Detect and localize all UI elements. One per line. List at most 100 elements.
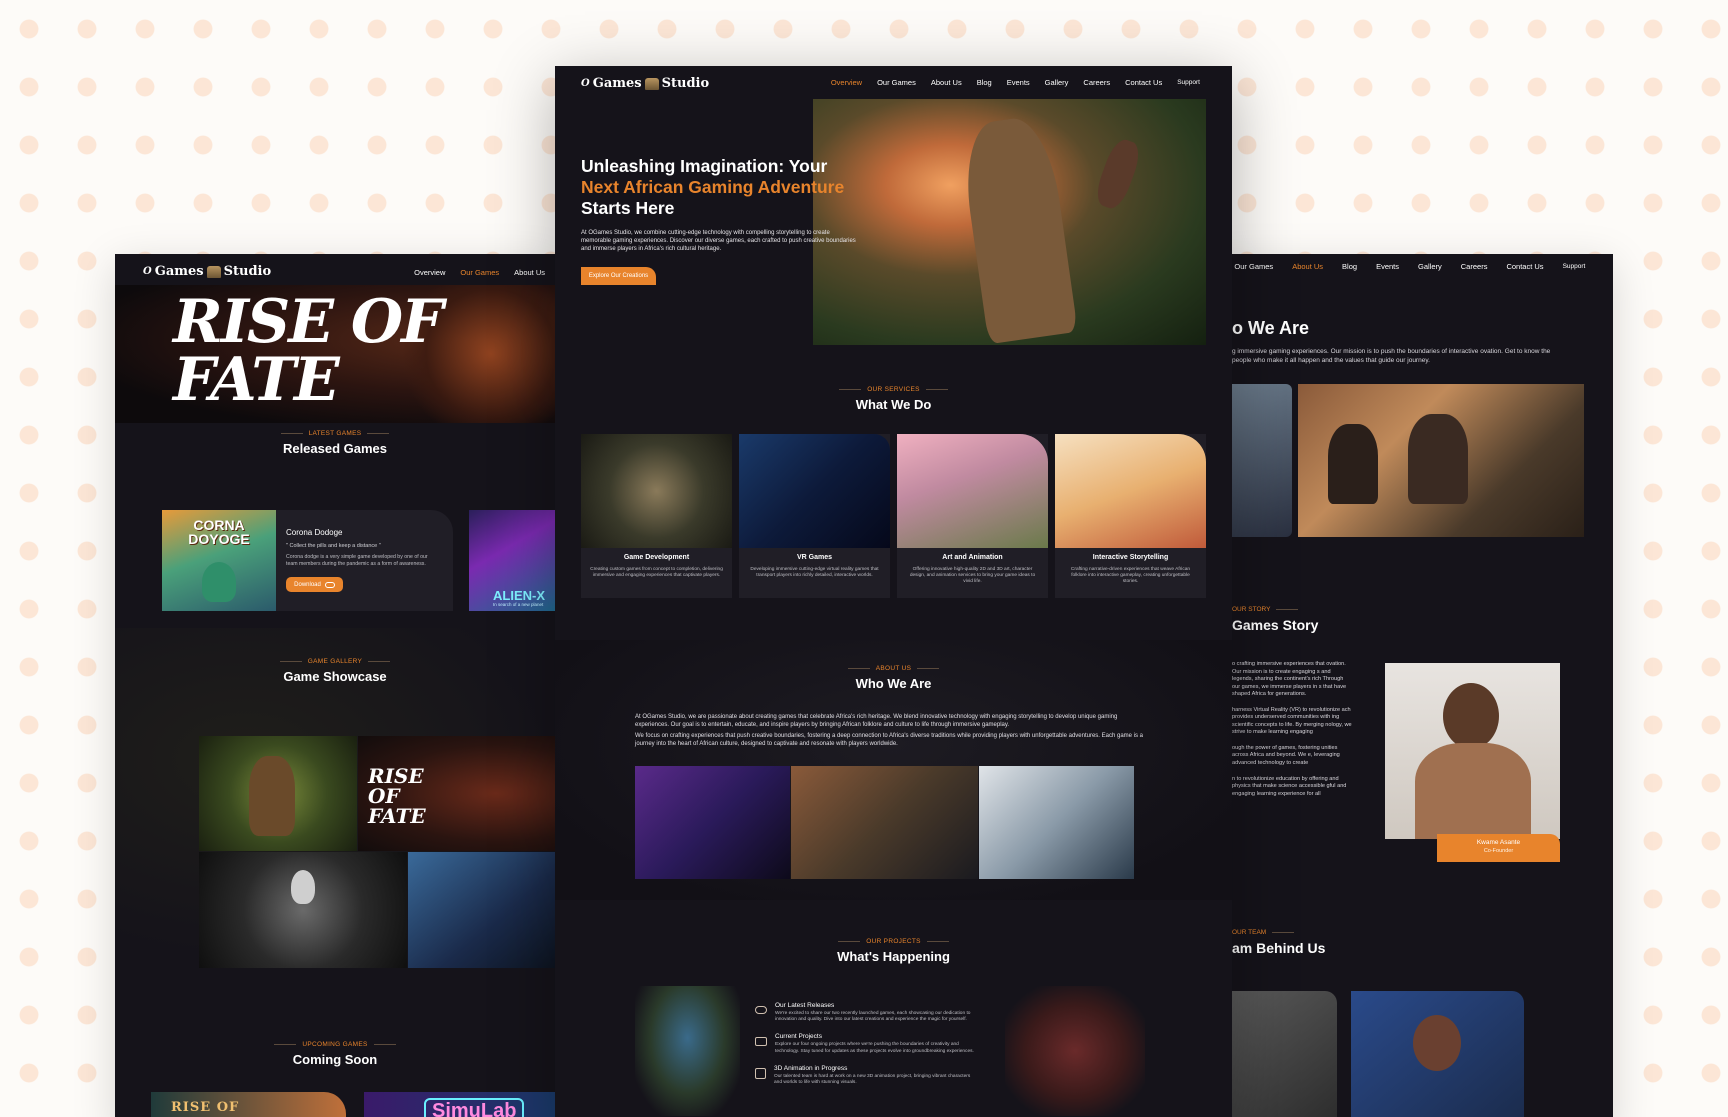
services-header: OUR SERVICES What We Do — [555, 386, 1232, 412]
logo-text: Games — [592, 76, 642, 91]
download-label: Download — [294, 581, 321, 588]
nav-our-games[interactable]: Our Games — [1234, 262, 1273, 271]
about-eyebrow: ABOUT US — [555, 665, 1232, 672]
about-photo-2 — [791, 766, 978, 879]
nav-events[interactable]: Events — [1376, 262, 1399, 271]
service-text: Creating custom games from concept to co… — [590, 567, 723, 579]
nav-careers[interactable]: Careers — [1461, 262, 1488, 271]
coming-soon-header: UPCOMING GAMES Coming Soon — [115, 1041, 555, 1067]
project-title: Current Projects — [775, 1033, 822, 1041]
nav-about-us[interactable]: About Us — [931, 78, 962, 87]
who-we-are-title: o We Are — [1232, 318, 1310, 338]
nav-support[interactable]: Support — [1563, 263, 1586, 270]
explore-creations-button[interactable]: Explore Our Creations — [581, 267, 656, 285]
nav-support[interactable]: Support — [1177, 79, 1200, 86]
released-games-header: LATEST GAMES Released Games — [115, 430, 555, 456]
gallery-eyebrow: GAME GALLERY — [115, 658, 555, 665]
game-card-quote: " Collect the pills and keep a distance … — [286, 543, 381, 549]
service-card-game-dev[interactable]: Game Development Creating custom games f… — [581, 434, 732, 598]
tree-creature — [958, 113, 1078, 345]
logo-mark-icon — [644, 77, 659, 90]
service-title: VR Games — [796, 554, 833, 561]
story-eyebrow: OUR STORY — [1232, 606, 1318, 613]
animation-icon — [755, 1067, 766, 1079]
service-card-art[interactable]: Art and Animation Offering innovative hi… — [897, 434, 1048, 598]
nav-overview[interactable]: Overview — [414, 268, 445, 277]
our-games-page-mockup: O Games Studio Overview Our Games About U… — [115, 254, 555, 1117]
services-title: What We Do — [855, 397, 932, 412]
nav-about-us[interactable]: About Us — [1292, 262, 1323, 271]
gallery-tile-rise-of-fate[interactable]: RISE OF FATE — [358, 736, 555, 851]
gallery-tile-warrior[interactable] — [199, 736, 357, 851]
game-card-description: Corona dodge is a very simple game devel… — [286, 554, 428, 567]
nav-careers[interactable]: Careers — [1083, 78, 1110, 87]
logo-prefix: O — [143, 266, 152, 277]
alien-x-cover[interactable]: ALIEN-X In search of a new planet — [469, 510, 555, 611]
warrior-figure — [249, 756, 295, 836]
logo-suffix: Studio — [223, 264, 272, 279]
hero-description: At OGames Studio, we combine cutting-edg… — [581, 230, 856, 253]
logo[interactable]: O Games Studio — [143, 264, 271, 279]
logo-mark-icon — [206, 265, 221, 278]
founder-head — [1443, 683, 1499, 749]
explore-label: Explore Our Creations — [588, 273, 649, 279]
team-title: am Behind Us — [1232, 940, 1326, 956]
nav-overview[interactable]: Overview — [831, 78, 862, 87]
project-text: Our talented team is hard at work on a n… — [774, 1073, 971, 1086]
gallery-tile-scifi[interactable] — [408, 852, 555, 968]
nav-gallery[interactable]: Gallery — [1418, 262, 1442, 271]
download-button[interactable]: Download — [286, 577, 343, 592]
about-title: Who We Are — [855, 676, 932, 691]
nav-gallery[interactable]: Gallery — [1045, 78, 1069, 87]
logo-prefix: O — [581, 78, 590, 89]
coming-soon-card-2[interactable]: SimuLab — [364, 1092, 555, 1117]
nav-contact-us[interactable]: Contact Us — [1125, 78, 1162, 87]
cover-title: CORNA DOYOGE — [188, 517, 250, 547]
hero-banner: RISE OF FATE — [115, 285, 555, 423]
nav-contact-us[interactable]: Contact Us — [1506, 262, 1543, 271]
nav-events[interactable]: Events — [1007, 78, 1030, 87]
story-p2: harness Virtual Reality (VR) to revoluti… — [1232, 706, 1352, 736]
nav-our-games[interactable]: Our Games — [877, 78, 916, 87]
service-card-vr[interactable]: VR Games Developing immersive cutting-ed… — [739, 434, 890, 598]
skull-figure — [291, 870, 315, 904]
team-header: OUR TEAM am Behind Us — [1232, 929, 1325, 956]
projects-eyebrow: OUR PROJECTS — [555, 938, 1232, 945]
about-p2: We focus on crafting experiences that pu… — [635, 733, 1143, 748]
project-item[interactable]: Our Latest Releases We're excited to sha… — [755, 1002, 975, 1023]
service-text: Developing immersive cutting-edge virtua… — [750, 567, 879, 579]
cover-character — [202, 562, 236, 602]
team-member-head — [1413, 1015, 1461, 1071]
service-card-storytelling[interactable]: Interactive Storytelling Crafting narrat… — [1055, 434, 1206, 598]
upcoming-title: Coming Soon — [292, 1052, 378, 1067]
service-title: Game Development — [623, 554, 690, 561]
hero-line-2: Next African Gaming Adventure — [581, 177, 845, 197]
project-title: 3D Animation in Progress — [774, 1064, 848, 1072]
nav-about-us[interactable]: About Us — [514, 268, 545, 277]
gallery-tile-text: RISE OF FATE — [368, 764, 426, 828]
services-eyebrow: OUR SERVICES — [555, 386, 1232, 393]
hero-forest-image — [813, 99, 1206, 345]
service-text: Offering innovative high-quality 2D and … — [909, 567, 1036, 585]
nav-blog[interactable]: Blog — [1342, 262, 1357, 271]
hero-heading: Unleashing Imagination: Your Next Africa… — [581, 156, 871, 219]
team-eyebrow: OUR TEAM — [1232, 929, 1325, 936]
released-eyebrow: LATEST GAMES — [115, 430, 555, 437]
project-item[interactable]: 3D Animation in Progress Our talented te… — [755, 1065, 975, 1086]
logo[interactable]: O Games Studio — [581, 76, 709, 91]
story-header: OUR STORY Games Story — [1232, 606, 1318, 633]
nav-our-games[interactable]: Our Games — [460, 268, 499, 277]
gallery-title: Game Showcase — [283, 669, 387, 684]
game-card[interactable]: CORNA DOYOGE Corona Dodoge " Collect the… — [162, 510, 453, 611]
nav-blog[interactable]: Blog — [977, 78, 992, 87]
top-nav: Overview Our Games About Us — [414, 268, 545, 277]
founder-name-card: Kwame Asante Co-Founder — [1437, 834, 1560, 862]
gamepad-icon — [324, 581, 335, 588]
gallery-tile-skull[interactable] — [199, 852, 407, 968]
project-item[interactable]: Current Projects Explore our four ongoin… — [755, 1033, 975, 1054]
coming-soon-card-1[interactable]: RISE OF — [151, 1092, 346, 1117]
projects-list: Our Latest Releases We're excited to sha… — [755, 1002, 975, 1086]
service-title: Art and Animation — [942, 554, 1003, 561]
project-title: Our Latest Releases — [775, 1002, 835, 1009]
team-photo-partial — [1232, 384, 1292, 537]
